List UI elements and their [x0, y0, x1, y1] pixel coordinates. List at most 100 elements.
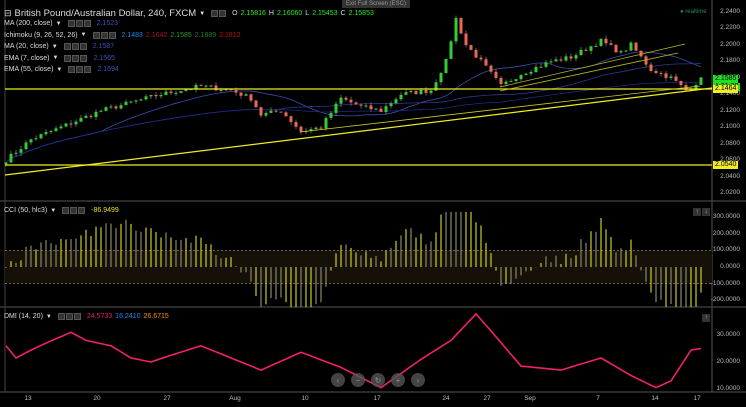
- dmi-axis-label: 30.0000: [716, 331, 741, 338]
- price-axis-label: 2.1800: [720, 57, 740, 65]
- scroll-right-button[interactable]: ›: [411, 373, 425, 387]
- candle: [624, 50, 628, 52]
- collapse-icon[interactable]: ⊟: [4, 8, 12, 19]
- indicator-value: 2.1523: [96, 20, 119, 27]
- symbol-title[interactable]: British Pound/Australian Dollar, 240, FX…: [15, 8, 197, 19]
- candle: [554, 59, 558, 62]
- candle: [204, 85, 208, 87]
- candle: [299, 126, 303, 132]
- candle: [629, 42, 633, 51]
- chevron-down-icon[interactable]: ▼: [53, 55, 59, 61]
- candle: [399, 94, 403, 100]
- candle: [424, 89, 428, 93]
- cci-axis-label: -100.0000: [710, 279, 740, 287]
- reset-button[interactable]: ↻: [371, 373, 385, 387]
- indicator-legend: EMA (7, close) ▼ 2.1565: [4, 54, 115, 62]
- zoom-in-button[interactable]: +: [391, 373, 405, 387]
- candle: [144, 96, 148, 100]
- indicator-name[interactable]: Ichimoku (9, 26, 52, 26): [4, 32, 78, 39]
- candle: [49, 131, 53, 133]
- settings-icon[interactable]: [72, 54, 80, 62]
- open-value: 2.15816: [240, 10, 266, 17]
- settings-icon[interactable]: [75, 20, 83, 27]
- settings-icon[interactable]: [70, 207, 78, 214]
- candle: [134, 100, 138, 102]
- remove-icon[interactable]: [80, 54, 88, 62]
- remove-icon[interactable]: [73, 313, 81, 320]
- dmi-name[interactable]: DMI (14, 20): [4, 313, 43, 320]
- candle: [4, 162, 8, 165]
- move-up-icon[interactable]: ↑: [693, 208, 701, 216]
- indicator-legend: MA (200, close) ▼ 2.1523: [4, 20, 118, 27]
- settings-icon[interactable]: [65, 313, 73, 320]
- trendline: [4, 87, 713, 176]
- remove-icon[interactable]: [83, 20, 91, 27]
- remove-icon[interactable]: [108, 31, 116, 39]
- hide-icon[interactable]: [64, 54, 72, 62]
- indicator-value: 2.1889: [194, 31, 217, 39]
- hide-icon[interactable]: [68, 66, 76, 73]
- low-value: 2.15453: [312, 10, 338, 17]
- hide-icon[interactable]: [57, 313, 65, 320]
- remove-icon[interactable]: [78, 207, 86, 214]
- settings-icon[interactable]: [100, 31, 108, 39]
- chevron-down-icon[interactable]: ▼: [56, 21, 62, 27]
- settings-icon[interactable]: [76, 66, 84, 73]
- zoom-out-button[interactable]: −: [351, 373, 365, 387]
- candle: [29, 139, 33, 143]
- candle: [274, 110, 278, 112]
- candle: [239, 92, 243, 96]
- indicator-legend: Ichimoku (9, 26, 52, 26) ▼ 2.1483 2.1642 2.1…: [4, 31, 241, 39]
- candle: [579, 49, 583, 56]
- indicator-name[interactable]: EMA (55, close): [4, 66, 53, 73]
- candle: [599, 38, 603, 46]
- candle: [449, 41, 453, 59]
- dmi-minus-value: 16.2410: [115, 313, 141, 320]
- candle: [464, 33, 468, 46]
- hide-icon[interactable]: [92, 31, 100, 39]
- cci-axis-label: -200.0000: [710, 296, 740, 304]
- move-up-icon[interactable]: ↑: [702, 314, 710, 322]
- chevron-down-icon[interactable]: ▼: [81, 32, 87, 38]
- chevron-down-icon[interactable]: ▼: [199, 11, 205, 17]
- remove-icon[interactable]: [79, 43, 87, 50]
- realtime-indicator: ● realtime: [680, 9, 707, 15]
- candle: [489, 65, 493, 72]
- chevron-down-icon[interactable]: ▼: [50, 208, 56, 214]
- dmi-plus-value: 24.5733: [86, 313, 113, 320]
- settings-icon[interactable]: [219, 10, 227, 17]
- candle: [439, 73, 443, 83]
- chevron-down-icon[interactable]: ▼: [56, 67, 62, 73]
- remove-icon[interactable]: [84, 66, 92, 73]
- candle: [459, 17, 463, 34]
- chevron-down-icon[interactable]: ▼: [46, 314, 52, 320]
- cci-axis-label: 0.0000: [720, 263, 740, 270]
- move-down-icon[interactable]: ↓: [702, 208, 710, 216]
- candle: [564, 56, 568, 61]
- hide-icon[interactable]: [211, 10, 219, 17]
- cci-name[interactable]: CCI (50, hlc3): [4, 207, 47, 214]
- candle: [364, 105, 368, 107]
- time-axis-label: 17: [693, 395, 701, 402]
- indicator-name[interactable]: MA (200, close): [4, 20, 53, 27]
- candle: [654, 70, 658, 74]
- candle: [394, 99, 398, 104]
- candle: [164, 91, 168, 96]
- hide-icon[interactable]: [63, 43, 71, 50]
- candle: [284, 112, 288, 117]
- scroll-left-button[interactable]: ‹: [331, 373, 345, 387]
- indicator-name[interactable]: MA (20, close): [4, 43, 49, 50]
- candle: [89, 115, 93, 118]
- candle: [84, 115, 88, 118]
- chevron-down-icon[interactable]: ▼: [52, 44, 58, 50]
- candle: [569, 56, 573, 59]
- candle: [444, 58, 448, 74]
- indicator-name[interactable]: EMA (7, close): [4, 55, 50, 62]
- time-axis-label: 20: [93, 395, 101, 402]
- settings-icon[interactable]: [71, 43, 79, 50]
- hide-icon[interactable]: [62, 207, 70, 214]
- exit-fullscreen-button[interactable]: Exit Full Screen (ESC): [342, 0, 411, 8]
- hide-icon[interactable]: [67, 20, 75, 27]
- candle: [649, 64, 653, 71]
- candle: [119, 105, 123, 109]
